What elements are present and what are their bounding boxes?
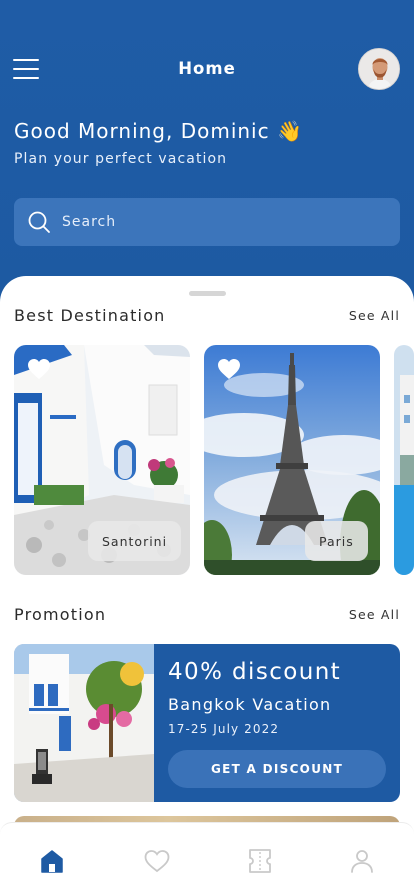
tab-home[interactable] [38, 847, 66, 875]
search-bar[interactable] [14, 198, 400, 246]
avatar[interactable] [358, 48, 400, 90]
page-title: Home [178, 59, 236, 78]
tab-profile[interactable] [348, 847, 376, 875]
best-destination-see-all[interactable]: See All [349, 308, 400, 323]
destination-label: Santorini [88, 521, 182, 561]
favorite-heart-icon[interactable] [217, 358, 241, 380]
destination-card-paris[interactable]: Paris [204, 345, 380, 575]
ticket-icon [249, 849, 271, 873]
promotion-discount: 40% discount [168, 659, 342, 685]
profile-icon [351, 850, 373, 873]
subtitle: Plan your perfect vacation [14, 151, 228, 167]
best-destination-title: Best Destination [14, 306, 166, 325]
tab-favorites[interactable] [143, 847, 171, 875]
destination-image [394, 345, 414, 575]
destination-card-partial[interactable] [394, 345, 414, 575]
destination-card-santorini[interactable]: Santorini [14, 345, 190, 575]
sheet-grabber[interactable] [189, 291, 226, 296]
promotion-image [14, 644, 154, 802]
promotion-dates: 17-25 July 2022 [168, 722, 280, 736]
get-discount-button[interactable]: GET A DISCOUNT [168, 750, 386, 788]
heart-icon [144, 850, 170, 873]
promotion-see-all[interactable]: See All [349, 607, 400, 622]
content-sheet: Best Destination See All Santorini Paris… [0, 276, 414, 896]
promotion-title: Promotion [14, 605, 107, 624]
greeting: Good Morning, Dominic 👋 [14, 119, 303, 143]
promotion-card[interactable]: 40% discount Bangkok Vacation 17-25 July… [14, 644, 400, 802]
search-icon [28, 211, 50, 233]
search-input[interactable] [62, 198, 382, 246]
promotion-name: Bangkok Vacation [168, 695, 332, 714]
tab-tickets[interactable] [246, 847, 274, 875]
header: Home Good Morning, Dominic 👋 Plan your p… [0, 0, 414, 300]
favorite-heart-icon[interactable] [27, 358, 51, 380]
destination-label: Paris [305, 521, 368, 561]
home-icon [41, 850, 63, 873]
tab-bar [0, 822, 414, 896]
